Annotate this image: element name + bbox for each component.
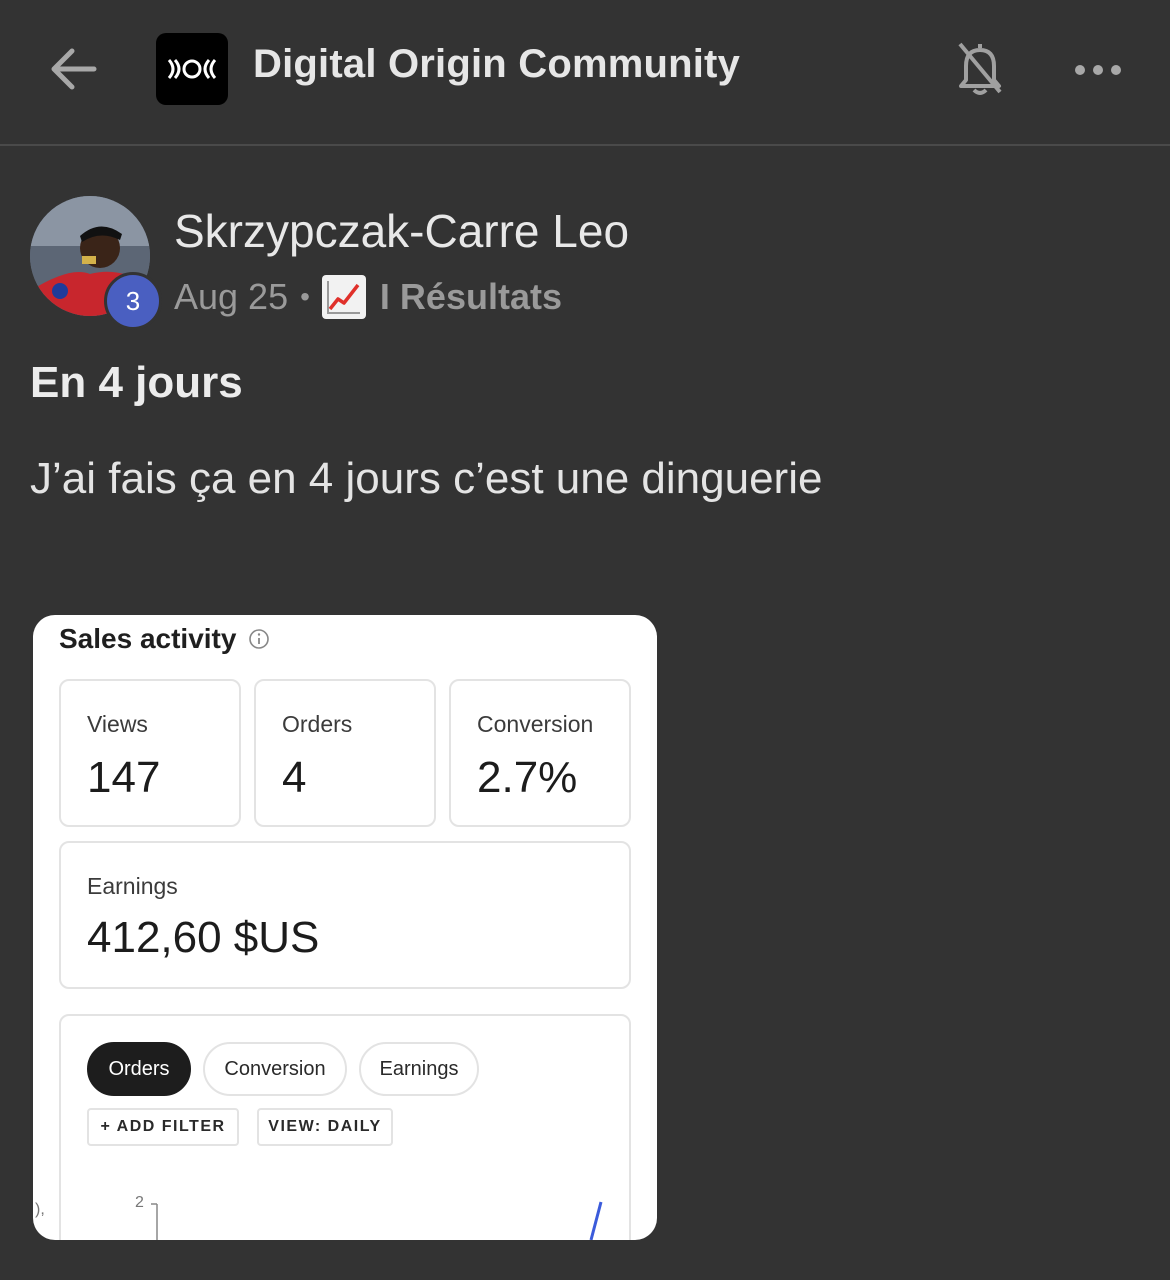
post-meta: Aug 25 • I Résultats [174,274,562,320]
orders-value: 4 [282,753,307,802]
y-axis [151,1203,158,1240]
level-badge: 3 [104,272,162,330]
bell-off-icon [958,42,1002,95]
attachment-image[interactable]: Sales activity Views 147 Orders 4 Conver… [33,615,657,1240]
views-label: Views [87,711,148,737]
post-title: En 4 jours [30,358,243,407]
notifications-off-button[interactable] [950,36,1010,100]
back-arrow-icon [51,48,97,90]
post-date: Aug 25 [174,276,289,317]
sales-activity-title: Sales activity [59,623,270,655]
more-dots-icon [1075,65,1121,75]
conversion-label: Conversion [477,711,594,737]
chart-card: Orders Conversion Earnings + ADD FILTER … [59,1014,631,1240]
conversion-value: 2.7% [477,753,578,802]
earnings-value: 412,60 $US [87,913,320,962]
meta-separator: • [300,281,310,312]
edge-axis-label: ), [35,1201,45,1218]
orders-label: Orders [282,711,353,737]
chart-increasing-emoji-icon [321,275,366,319]
conversion-card: Conversion 2.7% [449,679,631,827]
community-logo-icon[interactable] [156,33,228,105]
post-body: J’ai fais ça en 4 jours c’est une dingue… [30,454,823,503]
earnings-label: Earnings [87,873,178,899]
orders-chart [151,1201,603,1240]
back-button[interactable] [44,40,104,100]
sales-activity-label: Sales activity [59,623,237,654]
earnings-card: Earnings 412,60 $US [59,841,631,989]
community-title: Digital Origin Community [253,42,741,86]
author-name[interactable]: Skrzypczak-Carre Leo [174,204,629,258]
orders-card: Orders 4 [254,679,436,827]
views-card: Views 147 [59,679,241,827]
orders-line [589,1201,603,1240]
app-header: Digital Origin Community [0,0,1170,146]
info-icon [249,629,270,649]
post-category[interactable]: I Résultats [380,276,562,318]
views-value: 147 [87,753,161,802]
more-options-button[interactable] [1070,48,1130,92]
